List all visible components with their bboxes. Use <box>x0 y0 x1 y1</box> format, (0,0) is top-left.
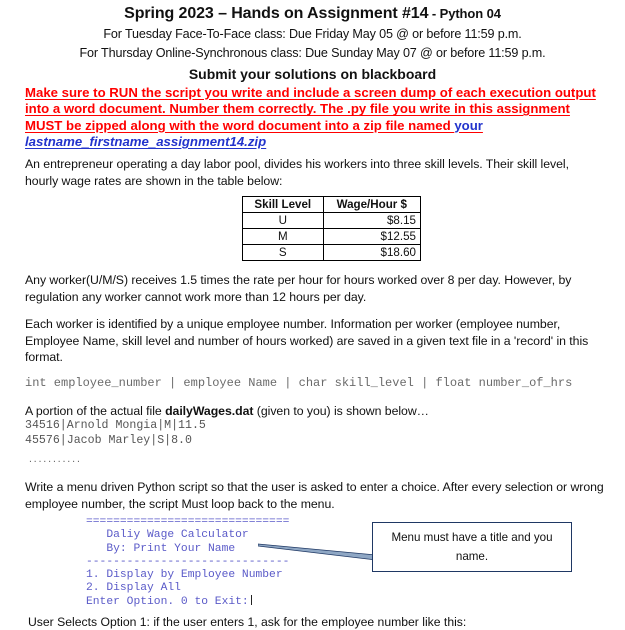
wage-table-wrapper: Skill Level Wage/Hour $ U $8.15 M $12.55… <box>0 196 625 262</box>
menu-option-1: 1. Display by Employee Number <box>86 569 283 581</box>
menu-option-2: 2. Display All <box>86 582 181 595</box>
file-intro-prefix: A portion of the actual file <box>25 403 166 418</box>
intro-paragraph: An entrepreneur operating a day labor po… <box>25 157 569 188</box>
table-header-row: Skill Level Wage/Hour $ <box>242 196 422 214</box>
page-title-suffix: - Python 04 <box>428 6 501 21</box>
assignment-document: Spring 2023 – Hands on Assignment #14 - … <box>0 4 625 629</box>
callout-box: Menu must have a title and you name. <box>372 522 572 573</box>
submit-instruction: Submit your solutions on blackboard <box>188 66 437 82</box>
callout-leader-line <box>258 543 376 561</box>
menu-byline: By: Print Your Name <box>86 542 236 555</box>
page-title-main: Spring 2023 – Hands on Assignment #14 <box>124 5 429 22</box>
menu-title: Daliy Wage Calculator <box>86 529 249 542</box>
table-row: S $18.60 <box>242 244 422 262</box>
red-warning-block: Make sure to RUN the script you write an… <box>25 85 603 150</box>
wage-table: Skill Level Wage/Hour $ U $8.15 M $12.55… <box>242 196 422 262</box>
cell-skill-level: U <box>242 212 324 230</box>
cell-wage: $12.55 <box>322 228 422 246</box>
record-format-code: int employee_number | employee Name | ch… <box>25 375 573 390</box>
file-intro-paragraph: A portion of the actual file dailyWages.… <box>25 403 605 420</box>
col-header-skill-level: Skill Level <box>242 196 324 214</box>
warning-your-word: your <box>454 117 483 133</box>
overtime-paragraph: Any worker(U/M/S) receives 1.5 times the… <box>25 273 572 304</box>
text-cursor-icon <box>250 595 252 606</box>
menu-prompt: Enter Option. 0 to Exit: <box>86 596 249 609</box>
due-date-tuesday: For Tuesday Face-To-Face class: Due Frid… <box>103 27 522 41</box>
file-name-bold: dailyWages.dat <box>165 403 254 418</box>
col-header-wage-per-hour: Wage/Hour $ <box>322 196 422 214</box>
file-sample-line-2: 45576|Jacob Marley|S|8.0 <box>25 433 192 447</box>
cell-skill-level: S <box>242 244 324 262</box>
menu-rule-top: ============================== <box>86 516 290 529</box>
file-intro-suffix: (given to you) is shown below… <box>253 403 429 418</box>
due-date-thursday: For Thursday Online-Synchronous class: D… <box>79 46 546 60</box>
cell-wage: $18.60 <box>322 244 422 262</box>
callout-line-2: name. <box>455 550 489 564</box>
cell-wage: $8.15 <box>322 212 422 230</box>
footer-instruction: User Selects Option 1: if the user enter… <box>28 615 467 630</box>
menu-console-area: ============================== Daliy Wag… <box>0 516 625 608</box>
callout-line-1: Menu must have a title and you <box>391 531 553 545</box>
menu-description-paragraph: Write a menu driven Python script so tha… <box>25 480 604 511</box>
file-ellipsis: ........... <box>28 456 81 466</box>
warning-zip-filename: lastname_firstname_assignment14.zip <box>25 133 267 149</box>
record-description-paragraph: Each worker is identified by a unique em… <box>25 317 589 365</box>
table-row: U $8.15 <box>242 212 422 230</box>
warning-red-text: Make sure to RUN the script you write an… <box>25 85 596 133</box>
page-title: Spring 2023 – Hands on Assignment #14 - … <box>0 4 625 24</box>
cell-skill-level: M <box>242 228 324 246</box>
table-row: M $12.55 <box>242 228 422 246</box>
file-sample-line-1: 34516|Arnold Mongia|M|11.5 <box>25 419 206 433</box>
menu-console: ============================== Daliy Wag… <box>86 516 289 609</box>
